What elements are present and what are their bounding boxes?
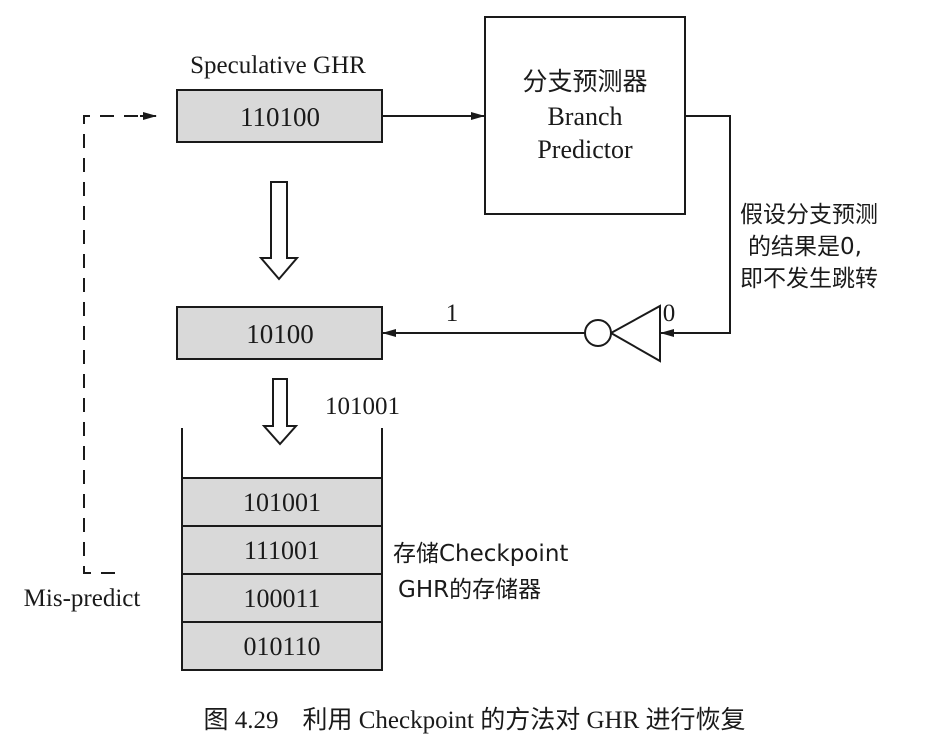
mispredict-recovery-path [83,115,155,574]
mispredict-label: Mis-predict [24,585,141,612]
inverter-bubble [584,319,612,347]
shifted-ghr-register: 10100 [176,306,383,360]
checkpoint-storage-label-1: 存储Checkpoint [393,541,568,567]
push-down-arrow-icon [261,378,299,446]
checkpoint-storage-label-2: GHR的存储器 [398,577,541,603]
prediction-note-line2: 的结果是0, [748,234,862,260]
predictor-output-wire [685,115,731,334]
inverter-triangle [608,304,661,363]
speculative-ghr-value: 110100 [240,102,320,132]
checkpoint-entry: 010110 [181,621,383,671]
checkpoint-entry-value: 010110 [243,632,320,661]
checkpoint-entry-value: 111001 [244,536,320,565]
pushed-value-label: 101001 [325,393,400,420]
inverter-input-label: 0 [663,300,676,327]
branch-predictor-block: 分支预测器 Branch Predictor [484,16,686,215]
branch-predictor-label-en-1: Branch [547,102,622,131]
figure-number: 图 4.29 [203,707,279,734]
prediction-note-line3: 即不发生跳转 [740,266,878,292]
branch-predictor-label-en-2: Predictor [537,135,633,164]
inverter-gate [584,304,661,363]
inverter-output-label: 1 [446,300,459,327]
figure-caption-text: 利用 Checkpoint 的方法对 GHR 进行恢复 [302,707,746,734]
checkpoint-entry: 100011 [181,573,383,623]
checkpoint-entry: 101001 [181,477,383,527]
branch-predictor-label-cn: 分支预测器 [522,67,647,96]
prediction-note-line1: 假设分支预测 [740,202,878,228]
speculative-ghr-label: Speculative GHR [190,52,366,79]
figure-caption: 图 4.29 利用 Checkpoint 的方法对 GHR 进行恢复 [0,700,949,736]
checkpoint-entry-value: 100011 [243,584,320,613]
checkpoint-entry: 111001 [181,525,383,575]
ghr-checkpoint-diagram: Speculative GHR 110100 分支预测器 Branch Pred… [24,16,878,671]
shift-down-arrow-icon [258,181,300,281]
speculative-ghr-register: 110100 [176,89,383,143]
checkpoint-entry-value: 101001 [243,488,321,517]
checkpoint-storage: 101001 111001 100011 010110 [181,428,383,671]
shifted-ghr-value: 10100 [246,319,314,349]
